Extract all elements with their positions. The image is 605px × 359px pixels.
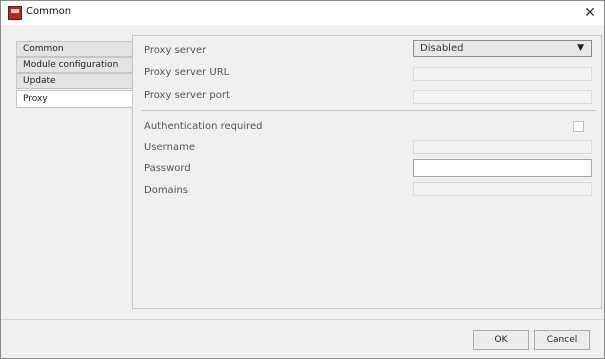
password-label: Password [144, 163, 191, 174]
title-bar: Common ✕ [1, 1, 604, 25]
tab-update[interactable]: Update [16, 73, 133, 89]
domains-label: Domains [144, 185, 189, 196]
section-divider [141, 110, 596, 111]
proxy-server-dropdown[interactable]: Disabled ▼ [413, 40, 592, 57]
proxy-server-port-label: Proxy server port [144, 90, 230, 101]
username-field[interactable] [413, 140, 592, 154]
tab-common[interactable]: Common [16, 41, 133, 57]
close-button[interactable]: ✕ [576, 1, 604, 25]
proxy-server-port-field[interactable] [413, 90, 592, 104]
password-field[interactable] [413, 159, 592, 177]
proxy-settings-panel: Proxy server Disabled ▼ Proxy server URL… [132, 35, 602, 309]
tab-module-configuration[interactable]: Module configuration [16, 57, 133, 73]
footer-divider [1, 319, 604, 320]
proxy-server-label: Proxy server [144, 45, 207, 56]
authentication-required-label: Authentication required [144, 121, 263, 132]
username-label: Username [144, 142, 195, 153]
ok-button[interactable]: OK [473, 330, 529, 350]
cancel-button[interactable]: Cancel [534, 330, 590, 350]
chevron-down-icon: ▼ [577, 43, 584, 53]
proxy-server-url-label: Proxy server URL [144, 67, 230, 78]
app-icon [8, 6, 22, 20]
window-title: Common [26, 6, 72, 17]
dialog-content: Common Module configuration Update Proxy… [1, 25, 604, 358]
tab-proxy[interactable]: Proxy [16, 90, 134, 108]
authentication-required-checkbox[interactable] [573, 121, 584, 132]
domains-field[interactable] [413, 182, 592, 196]
proxy-server-url-field[interactable] [413, 67, 592, 81]
proxy-server-value: Disabled [420, 43, 464, 54]
dialog-window: Common ✕ Common Module configuration Upd… [0, 0, 605, 359]
